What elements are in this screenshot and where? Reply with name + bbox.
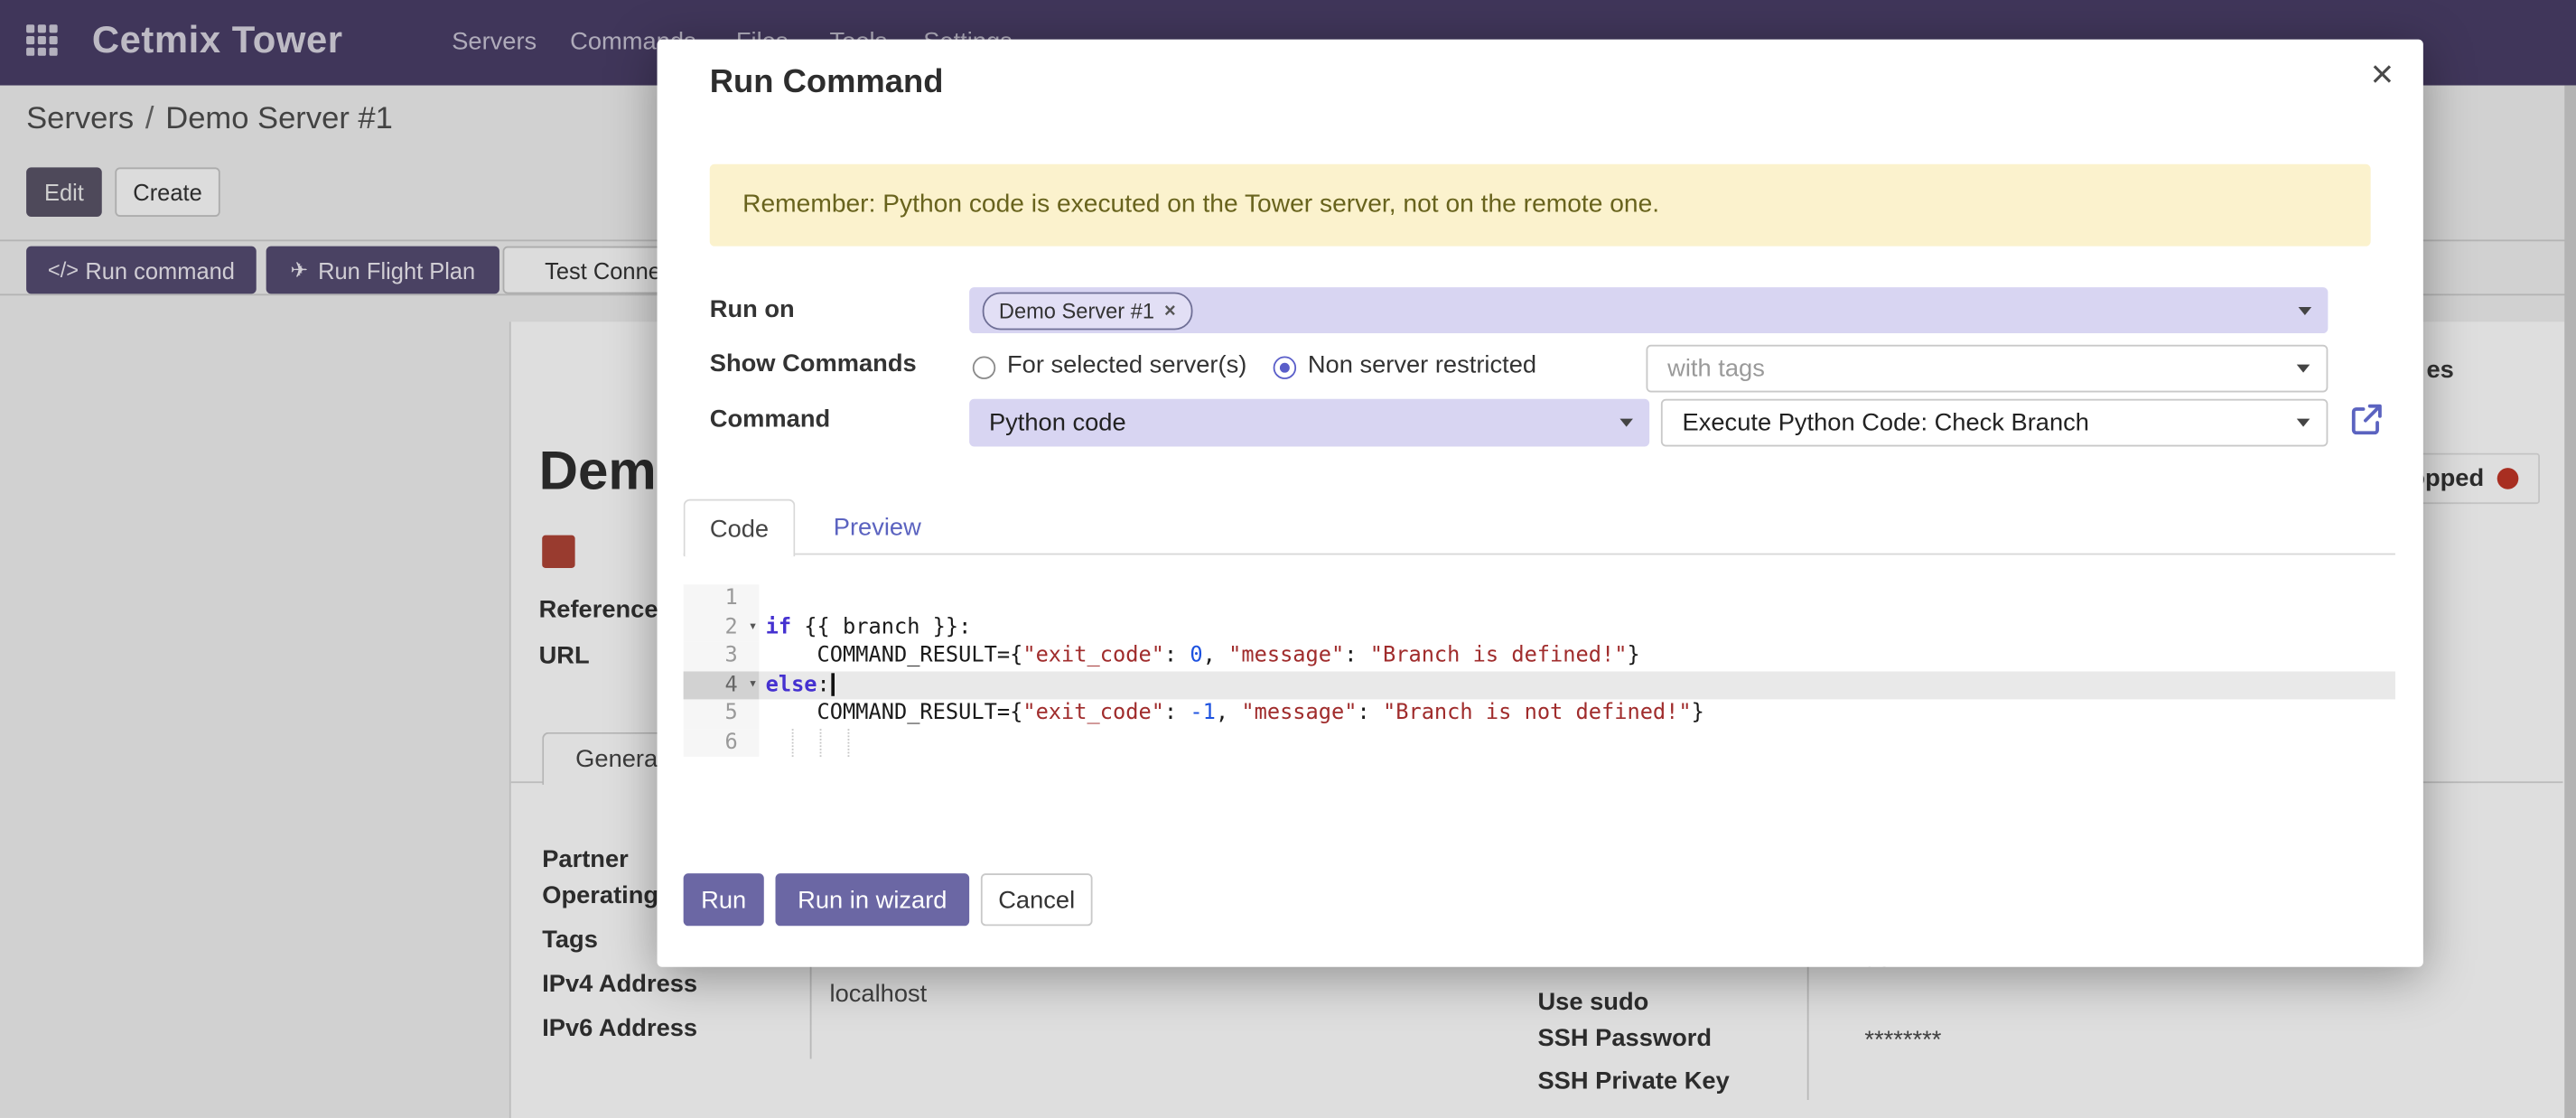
code-text: COMMAND_RESULT={"exit_code": 0, "message…: [759, 642, 2395, 671]
tab-preview[interactable]: Preview: [815, 499, 939, 555]
code-token: [820, 728, 848, 756]
label-run-on: Run on: [710, 295, 795, 323]
code-token: "Branch is defined!": [1370, 644, 1628, 668]
line-number: 5: [684, 699, 760, 728]
chevron-down-icon: [2297, 419, 2310, 427]
command-type-value: Python code: [969, 409, 1619, 437]
code-token: [848, 728, 876, 756]
code-line[interactable]: 4▾else:: [684, 671, 2395, 700]
code-token: }: [1627, 644, 1639, 668]
line-number: 6: [684, 728, 760, 757]
tabs-divider: [684, 554, 2395, 555]
code-token: "message": [1228, 644, 1344, 668]
tag-remove-icon[interactable]: ×: [1164, 299, 1176, 321]
code-token: :: [1164, 701, 1190, 725]
python-warning-alert: Remember: Python code is executed on the…: [710, 164, 2371, 247]
app-root: Cetmix Tower Servers Commands Files Tool…: [0, 0, 2576, 1118]
command-type-select[interactable]: Python code: [969, 399, 1649, 447]
server-tag-label: Demo Server #1: [999, 298, 1154, 322]
radio-non-restricted[interactable]: [1274, 356, 1296, 378]
close-icon[interactable]: ×: [2371, 56, 2394, 96]
label-command: Command: [710, 405, 830, 433]
code-token: 0: [1190, 644, 1202, 668]
run-button[interactable]: Run: [684, 873, 764, 926]
chevron-down-icon: [2297, 365, 2310, 373]
code-token: -1: [1190, 701, 1215, 725]
code-token: "Branch is not defined!": [1383, 701, 1692, 725]
code-token: :: [1358, 701, 1383, 725]
chevron-down-icon: [1619, 419, 1633, 427]
code-token: [792, 728, 820, 756]
label-show-commands: Show Commands: [710, 349, 917, 377]
code-token: :: [1164, 644, 1190, 668]
tags-filter-select[interactable]: with tags: [1647, 345, 2329, 393]
server-tag: Demo Server #1 ×: [983, 292, 1192, 330]
text-cursor: [832, 673, 835, 695]
run-on-select[interactable]: Demo Server #1 ×: [969, 287, 2328, 333]
code-text: COMMAND_RESULT={"exit_code": -1, "messag…: [759, 699, 2395, 728]
command-select[interactable]: Execute Python Code: Check Branch: [1661, 399, 2328, 447]
code-token: {{ branch }}:: [791, 615, 971, 639]
code-token: ,: [1216, 701, 1241, 725]
code-token: "exit_code": [1022, 701, 1164, 725]
radio-non-restricted-label[interactable]: Non server restricted: [1308, 351, 1536, 379]
command-value: Execute Python Code: Check Branch: [1663, 409, 2297, 437]
code-token: "message": [1241, 701, 1357, 725]
code-token: COMMAND_RESULT={: [766, 701, 1023, 725]
code-token: COMMAND_RESULT={: [766, 644, 1023, 668]
code-text: if {{ branch }}:: [759, 613, 2395, 642]
code-token: if: [766, 615, 791, 639]
radio-selected-servers-label[interactable]: For selected server(s): [1007, 351, 1246, 379]
fold-arrow-icon[interactable]: ▾: [749, 671, 758, 700]
fold-arrow-icon[interactable]: ▾: [749, 613, 758, 642]
line-number: 4▾: [684, 671, 760, 700]
code-line[interactable]: 2▾if {{ branch }}:: [684, 613, 2395, 642]
code-token: :: [817, 672, 830, 696]
code-editor[interactable]: 12▾if {{ branch }}:3 COMMAND_RESULT={"ex…: [684, 584, 2395, 757]
code-token: :: [1344, 644, 1369, 668]
run-command-modal: Run Command × Remember: Python code is e…: [658, 40, 2423, 967]
line-number: 3: [684, 642, 760, 671]
code-line[interactable]: 5 COMMAND_RESULT={"exit_code": -1, "mess…: [684, 699, 2395, 728]
code-text: [759, 584, 2395, 613]
line-number: 2▾: [684, 613, 760, 642]
code-token: }: [1692, 701, 1704, 725]
code-token: else: [766, 672, 817, 696]
run-in-wizard-button[interactable]: Run in wizard: [776, 873, 970, 926]
code-line[interactable]: 6: [684, 728, 2395, 757]
tab-code[interactable]: Code: [684, 499, 796, 557]
code-token: "exit_code": [1022, 644, 1164, 668]
code-text: [759, 728, 2395, 757]
radio-selected-servers[interactable]: [973, 356, 995, 378]
external-link-icon[interactable]: [2349, 402, 2384, 436]
tags-filter-placeholder: with tags: [1647, 355, 2296, 383]
code-line[interactable]: 1: [684, 584, 2395, 613]
chevron-down-icon: [2299, 306, 2312, 314]
code-token: ,: [1203, 644, 1228, 668]
code-line[interactable]: 3 COMMAND_RESULT={"exit_code": 0, "messa…: [684, 642, 2395, 671]
code-text: else:: [759, 671, 2395, 700]
cancel-button[interactable]: Cancel: [981, 873, 1093, 926]
line-number: 1: [684, 584, 760, 613]
modal-title: Run Command: [710, 64, 944, 102]
